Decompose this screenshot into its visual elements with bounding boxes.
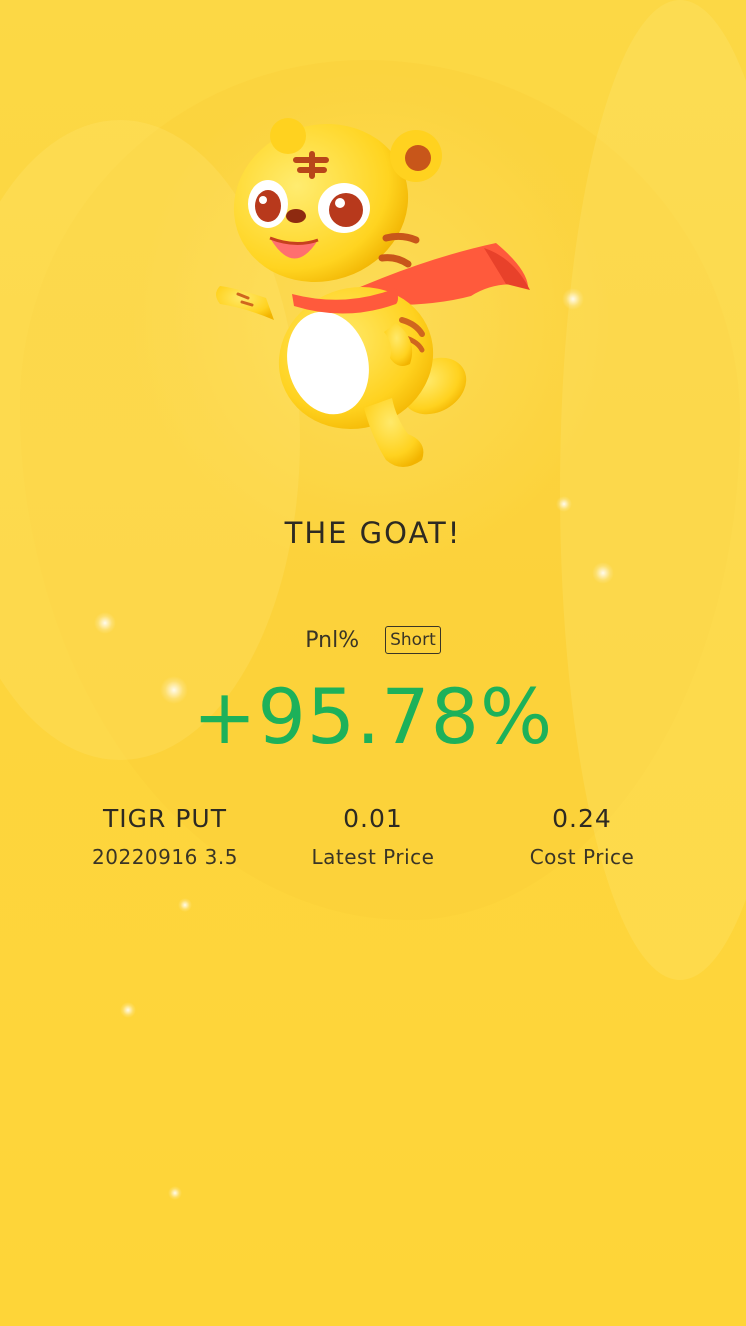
position-info: TIGR PUT 20220916 3.5 (70, 804, 260, 869)
headline: THE GOAT! (284, 516, 462, 550)
position-contract: 20220916 3.5 (92, 845, 238, 869)
pnl-value: +95.78% (192, 672, 554, 761)
cost-price: 0.24 Cost Price (484, 804, 680, 869)
direction-badge: Short (385, 626, 441, 654)
latest-price: 0.01 Latest Price (278, 804, 468, 869)
pnl-label: Pnl% (305, 627, 360, 653)
pnl-header: Pnl% Short (0, 624, 746, 656)
position-name: TIGR PUT (103, 804, 227, 833)
latest-price-value: 0.01 (343, 804, 403, 833)
cost-price-label: Cost Price (529, 845, 635, 869)
latest-price-label: Latest Price (311, 845, 435, 869)
tiger-mascot-icon (216, 118, 530, 467)
cost-price-value: 0.24 (552, 804, 612, 833)
